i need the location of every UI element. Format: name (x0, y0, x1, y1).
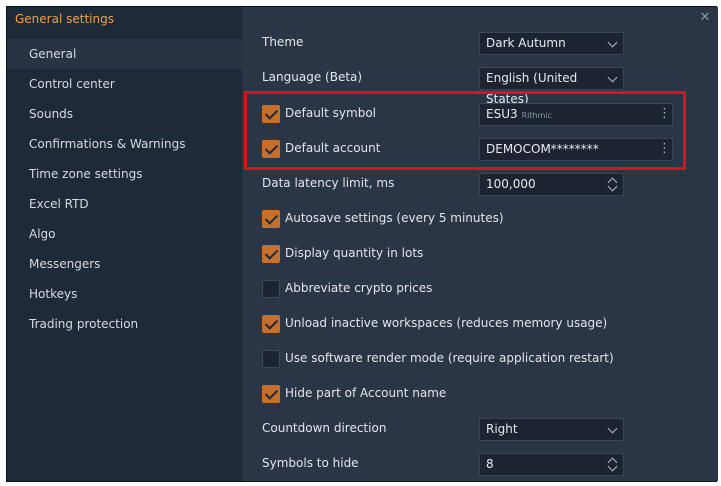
render-label: Use software render mode (require applic… (285, 351, 614, 365)
lots-row: Display quantity in lots (242, 239, 718, 269)
default-account-row: Default account DEMOCOM******** ⋮ (242, 134, 718, 164)
sidebar-item-trading-protection[interactable]: Trading protection (7, 309, 242, 339)
symbols-hide-row: Symbols to hide 8 (242, 449, 718, 479)
language-select[interactable]: English (United States) (479, 67, 624, 106)
spinner-arrows-icon[interactable] (607, 456, 618, 473)
kebab-menu-icon[interactable]: ⋮ (658, 107, 671, 121)
unload-label: Unload inactive workspaces (reduces memo… (285, 316, 608, 330)
sidebar-item-confirmations[interactable]: Confirmations & Warnings (7, 129, 242, 159)
sidebar-item-hotkeys[interactable]: Hotkeys (7, 279, 242, 309)
latency-spinner[interactable]: 100,000 (479, 173, 624, 196)
countdown-select[interactable]: Right (479, 418, 624, 441)
theme-value: Dark Autumn (486, 36, 566, 50)
sidebar-item-excel-rtd[interactable]: Excel RTD (7, 189, 242, 219)
countdown-label: Countdown direction (262, 421, 387, 435)
settings-panel: ✕ Theme Dark Autumn Language (Beta) Engl… (242, 7, 718, 481)
countdown-value: Right (486, 422, 518, 436)
symbols-hide-label: Symbols to hide (262, 456, 359, 470)
sidebar-nav: General Control center Sounds Confirmati… (7, 39, 242, 339)
default-symbol-row: Default symbol ESU3 Rithmic ⋮ (242, 99, 718, 129)
sidebar-item-sounds[interactable]: Sounds (7, 99, 242, 129)
theme-label: Theme (262, 35, 304, 49)
default-account-field[interactable]: DEMOCOM******** ⋮ (479, 138, 673, 161)
chevron-down-icon (607, 423, 618, 434)
autosave-row: Autosave settings (every 5 minutes) (242, 204, 718, 234)
symbols-hide-spinner[interactable]: 8 (479, 453, 624, 476)
default-symbol-checkbox[interactable] (262, 105, 280, 123)
default-account-value: DEMOCOM******** (486, 142, 599, 156)
spinner-arrows-icon[interactable] (607, 176, 618, 193)
default-account-label: Default account (285, 141, 381, 155)
sidebar: General settings General Control center … (7, 7, 242, 481)
autosave-label: Autosave settings (every 5 minutes) (285, 211, 504, 225)
settings-window: General settings General Control center … (6, 6, 718, 482)
sidebar-item-general[interactable]: General (7, 39, 242, 69)
hide-account-label: Hide part of Account name (285, 386, 447, 400)
default-symbol-label: Default symbol (285, 106, 376, 120)
window-title: General settings (15, 12, 114, 26)
lots-label: Display quantity in lots (285, 246, 424, 260)
latency-value: 100,000 (486, 177, 536, 191)
language-row: Language (Beta) English (United States) (242, 63, 718, 106)
latency-label: Data latency limit, ms (262, 176, 395, 190)
sidebar-item-algo[interactable]: Algo (7, 219, 242, 249)
default-symbol-field[interactable]: ESU3 Rithmic ⋮ (479, 103, 673, 126)
close-icon[interactable]: ✕ (698, 11, 712, 25)
default-account-checkbox[interactable] (262, 140, 280, 158)
chevron-down-icon (607, 72, 618, 83)
language-label: Language (Beta) (262, 70, 363, 84)
unload-checkbox[interactable] (262, 315, 280, 333)
crypto-label: Abbreviate crypto prices (285, 281, 433, 295)
sidebar-item-time-zone[interactable]: Time zone settings (7, 159, 242, 189)
autosave-checkbox[interactable] (262, 210, 280, 228)
lots-checkbox[interactable] (262, 245, 280, 263)
default-symbol-value: ESU3 (486, 107, 518, 121)
theme-select[interactable]: Dark Autumn (479, 32, 624, 55)
unload-row: Unload inactive workspaces (reduces memo… (242, 309, 718, 339)
sidebar-item-messengers[interactable]: Messengers (7, 249, 242, 279)
latency-row: Data latency limit, ms 100,000 (242, 169, 718, 199)
countdown-row: Countdown direction Right (242, 414, 718, 444)
kebab-menu-icon[interactable]: ⋮ (658, 142, 671, 156)
crypto-row: Abbreviate crypto prices (242, 274, 718, 304)
sidebar-item-control-center[interactable]: Control center (7, 69, 242, 99)
render-checkbox[interactable] (262, 350, 280, 368)
theme-row: Theme Dark Autumn (242, 28, 718, 58)
crypto-checkbox[interactable] (262, 280, 280, 298)
hide-account-row: Hide part of Account name (242, 379, 718, 409)
hide-account-checkbox[interactable] (262, 385, 280, 403)
symbols-hide-value: 8 (486, 457, 494, 471)
render-row: Use software render mode (require applic… (242, 344, 718, 374)
chevron-down-icon (607, 37, 618, 48)
default-symbol-connection: Rithmic (521, 111, 553, 120)
